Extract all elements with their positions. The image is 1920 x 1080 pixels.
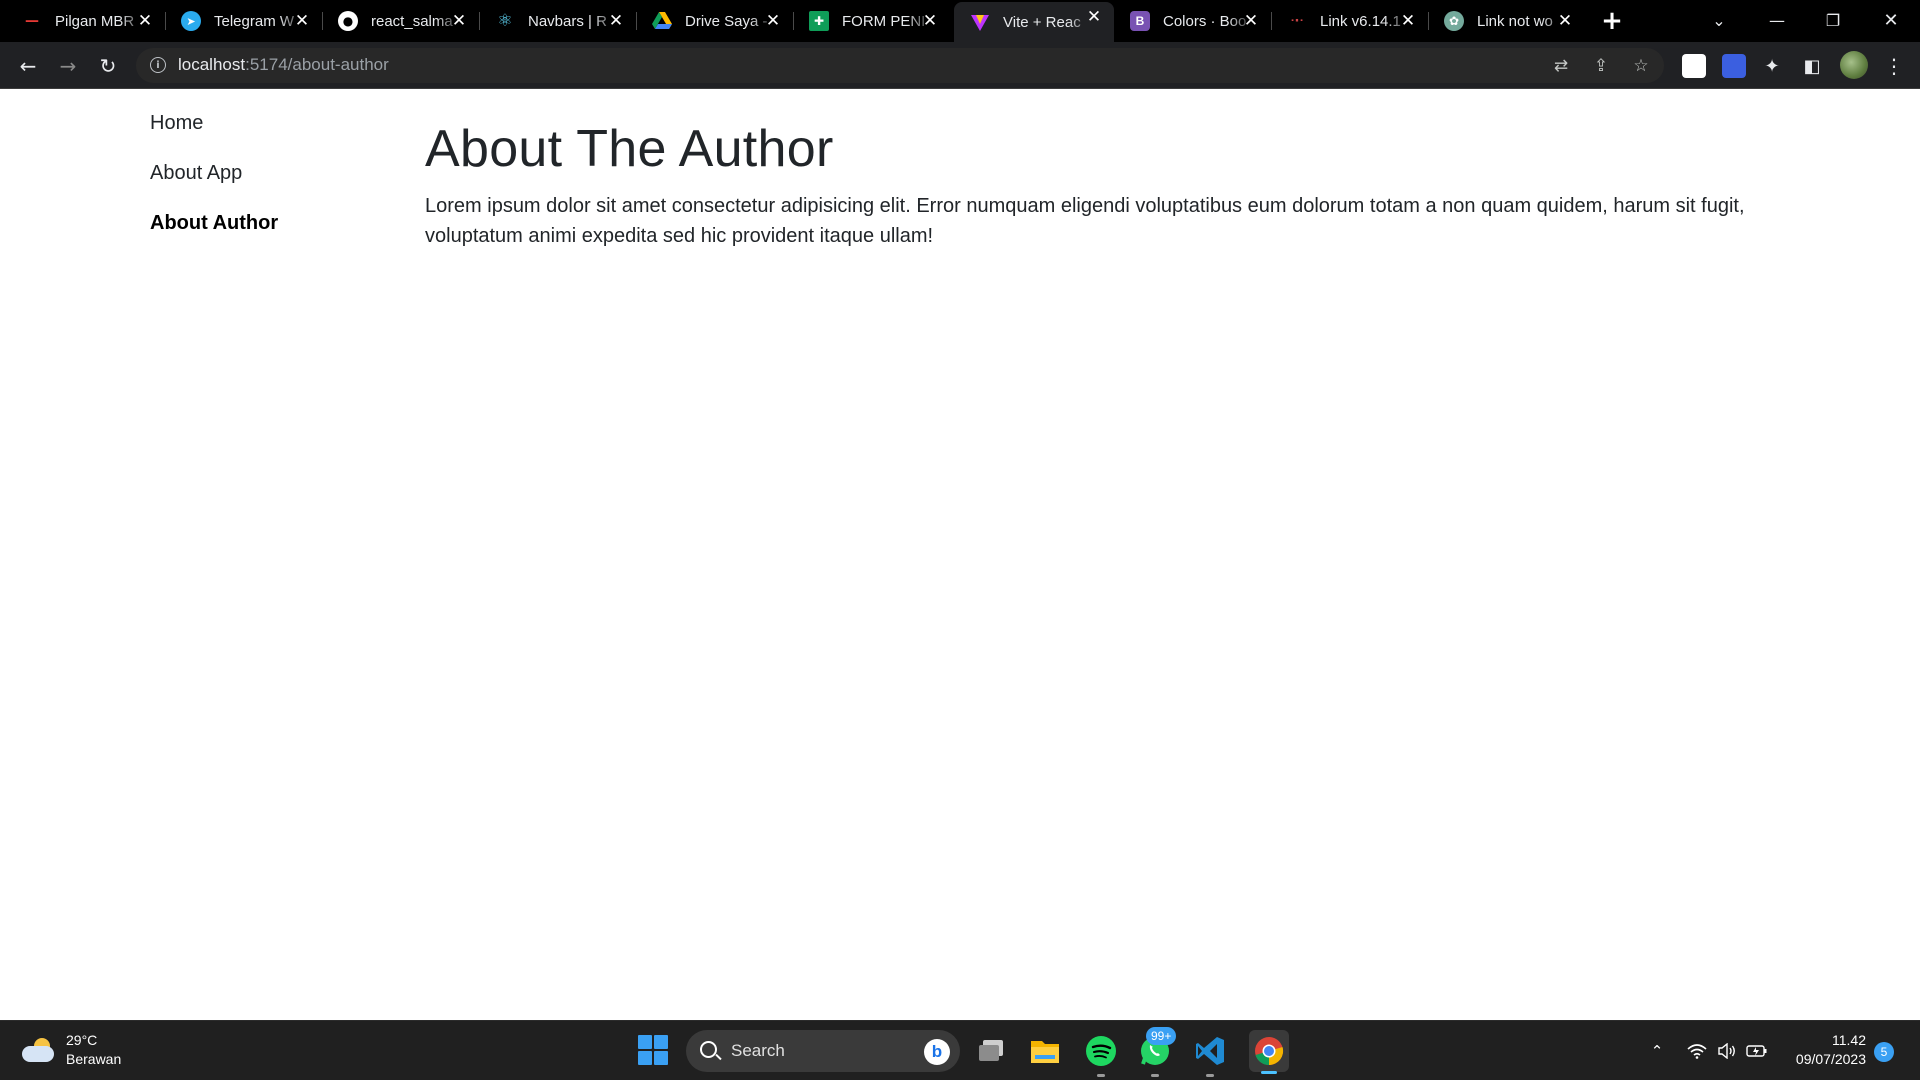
tab-title: Vite + Reac — [1003, 13, 1081, 31]
browser-tab[interactable]: Drive Saya - ✕ — [636, 6, 794, 36]
side-nav: Home About App About Author — [150, 111, 278, 261]
browser-tab[interactable]: — Pilgan MBR ✕ — [0, 6, 166, 36]
github-icon: ● — [338, 11, 358, 31]
nav-link-about-author[interactable]: About Author — [150, 211, 278, 235]
tab-close-icon[interactable]: ✕ — [292, 11, 312, 31]
bing-icon[interactable]: b — [924, 1039, 950, 1065]
extension-icon[interactable] — [1722, 54, 1746, 78]
share-icon[interactable]: ⇪ — [1590, 56, 1612, 76]
site-info-icon[interactable]: i — [150, 57, 166, 73]
running-indicator — [1151, 1074, 1159, 1077]
page-body-text: Lorem ipsum dolor sit amet consectetur a… — [425, 195, 1745, 247]
tab-close-icon[interactable]: ✕ — [606, 11, 626, 31]
react-router-icon: ᐧ·ᐧ — [1290, 13, 1304, 29]
side-panel-icon[interactable]: ◧ — [1796, 50, 1828, 82]
tab-close-icon[interactable]: ✕ — [920, 11, 940, 31]
bookmark-star-icon[interactable]: ☆ — [1630, 56, 1652, 76]
chrome-icon[interactable] — [1249, 1030, 1289, 1074]
search-icon — [700, 1041, 717, 1058]
weather-temp: 29°C — [66, 1032, 98, 1048]
weather-desc: Berawan — [66, 1051, 122, 1067]
bootstrap-icon: B — [1130, 11, 1150, 31]
running-indicator — [1206, 1074, 1214, 1077]
tab-close-icon[interactable]: ✕ — [1398, 11, 1418, 31]
clock-time: 11.42 — [1832, 1032, 1866, 1048]
system-clock[interactable]: 11.42 09/07/2023 — [1786, 1031, 1866, 1069]
reload-icon[interactable]: ↻ — [92, 50, 124, 82]
running-indicator — [1097, 1074, 1105, 1077]
nav-link-about-app[interactable]: About App — [150, 161, 278, 185]
taskbar-search[interactable]: Search b — [686, 1030, 960, 1072]
address-url[interactable]: localhost:5174/about-author — [178, 55, 389, 75]
show-hidden-icons-chevron-icon[interactable]: ⌃ — [1646, 1040, 1668, 1062]
google-drive-icon — [652, 11, 672, 31]
browser-tab-active[interactable]: Vite + Reac ✕ — [954, 2, 1114, 42]
tab-close-icon[interactable]: ✕ — [449, 11, 469, 31]
active-app-indicator — [1261, 1071, 1277, 1074]
weather-widget[interactable]: 29°C Berawan — [22, 1031, 121, 1069]
tab-close-icon[interactable]: ✕ — [135, 11, 155, 31]
telegram-icon: ➤ — [181, 11, 201, 31]
chatgpt-icon: ✿ — [1444, 11, 1464, 31]
vite-icon — [970, 12, 990, 32]
dash-icon: — — [25, 13, 39, 29]
new-tab-button[interactable]: + — [1598, 6, 1626, 36]
search-placeholder: Search — [731, 1041, 785, 1060]
react-bootstrap-icon: ⚛ — [497, 11, 513, 31]
browser-toolbar: ← → ↻ i localhost:5174/about-author ⇄ ⇪ … — [0, 42, 1920, 89]
menu-kebab-icon[interactable]: ⋮ — [1878, 50, 1910, 82]
main-content: About The Author Lorem ipsum dolor sit a… — [425, 119, 1765, 251]
extension-icon[interactable] — [1682, 54, 1706, 78]
browser-tab[interactable]: ● react_salma ✕ — [322, 6, 480, 36]
tab-close-icon[interactable]: ✕ — [1241, 11, 1261, 31]
windows-start-icon[interactable] — [638, 1035, 668, 1065]
nav-link-home[interactable]: Home — [150, 111, 278, 135]
browser-tab[interactable]: ⚛ Navbars | R ✕ — [479, 6, 637, 36]
address-bar[interactable]: i localhost:5174/about-author ⇄ ⇪ ☆ — [136, 48, 1664, 83]
browser-tab[interactable]: ✚ FORM PENI ✕ — [793, 6, 950, 36]
battery-charging-icon[interactable] — [1746, 1040, 1768, 1062]
web-page: Home About App About Author About The Au… — [0, 89, 1920, 1020]
browser-tab[interactable]: B Colors · Boo ✕ — [1114, 6, 1272, 36]
translate-icon[interactable]: ⇄ — [1550, 56, 1572, 76]
tab-search-icon[interactable]: ⌄ — [1696, 4, 1742, 36]
back-icon[interactable]: ← — [12, 50, 44, 82]
extensions-puzzle-icon[interactable]: ✦ — [1756, 50, 1788, 82]
taskbar: 29°C Berawan Search b 99+ ⌃ 11.42 09/07/… — [0, 1020, 1920, 1080]
notification-count-badge[interactable]: 5 — [1874, 1042, 1894, 1062]
forward-icon[interactable]: → — [52, 50, 84, 82]
partly-cloudy-icon — [22, 1038, 56, 1062]
file-explorer-icon[interactable] — [1028, 1034, 1062, 1068]
browser-tab[interactable]: ᐧ·ᐧ Link v6.14.1 ✕ — [1271, 6, 1429, 36]
vscode-icon[interactable] — [1193, 1034, 1227, 1077]
browser-tab[interactable]: ✿ Link not wo ✕ — [1428, 6, 1585, 36]
url-path: :5174/about-author — [245, 55, 389, 74]
restore-icon[interactable]: ❐ — [1810, 4, 1856, 36]
task-view-icon[interactable] — [974, 1034, 1008, 1068]
profile-avatar[interactable] — [1840, 51, 1868, 79]
tab-title: Pilgan MBR — [55, 12, 135, 30]
wifi-icon[interactable] — [1686, 1040, 1708, 1062]
minimize-icon[interactable]: — — [1754, 4, 1800, 36]
browser-tab[interactable]: ➤ Telegram W ✕ — [165, 6, 323, 36]
tab-close-icon[interactable]: ✕ — [763, 11, 783, 31]
whatsapp-unread-badge: 99+ — [1146, 1027, 1177, 1045]
spotify-icon[interactable] — [1084, 1034, 1118, 1077]
tab-strip: — Pilgan MBR ✕ ➤ Telegram W ✕ ● react_sa… — [0, 0, 1920, 42]
close-window-icon[interactable]: ✕ — [1868, 4, 1914, 36]
clock-date: 09/07/2023 — [1795, 1051, 1866, 1067]
page-title: About The Author — [425, 120, 834, 178]
tab-close-icon[interactable]: ✕ — [1084, 7, 1104, 27]
volume-icon[interactable] — [1716, 1040, 1738, 1062]
url-host: localhost — [178, 55, 246, 74]
tab-close-icon[interactable]: ✕ — [1555, 11, 1575, 31]
google-sheets-icon: ✚ — [809, 11, 829, 31]
